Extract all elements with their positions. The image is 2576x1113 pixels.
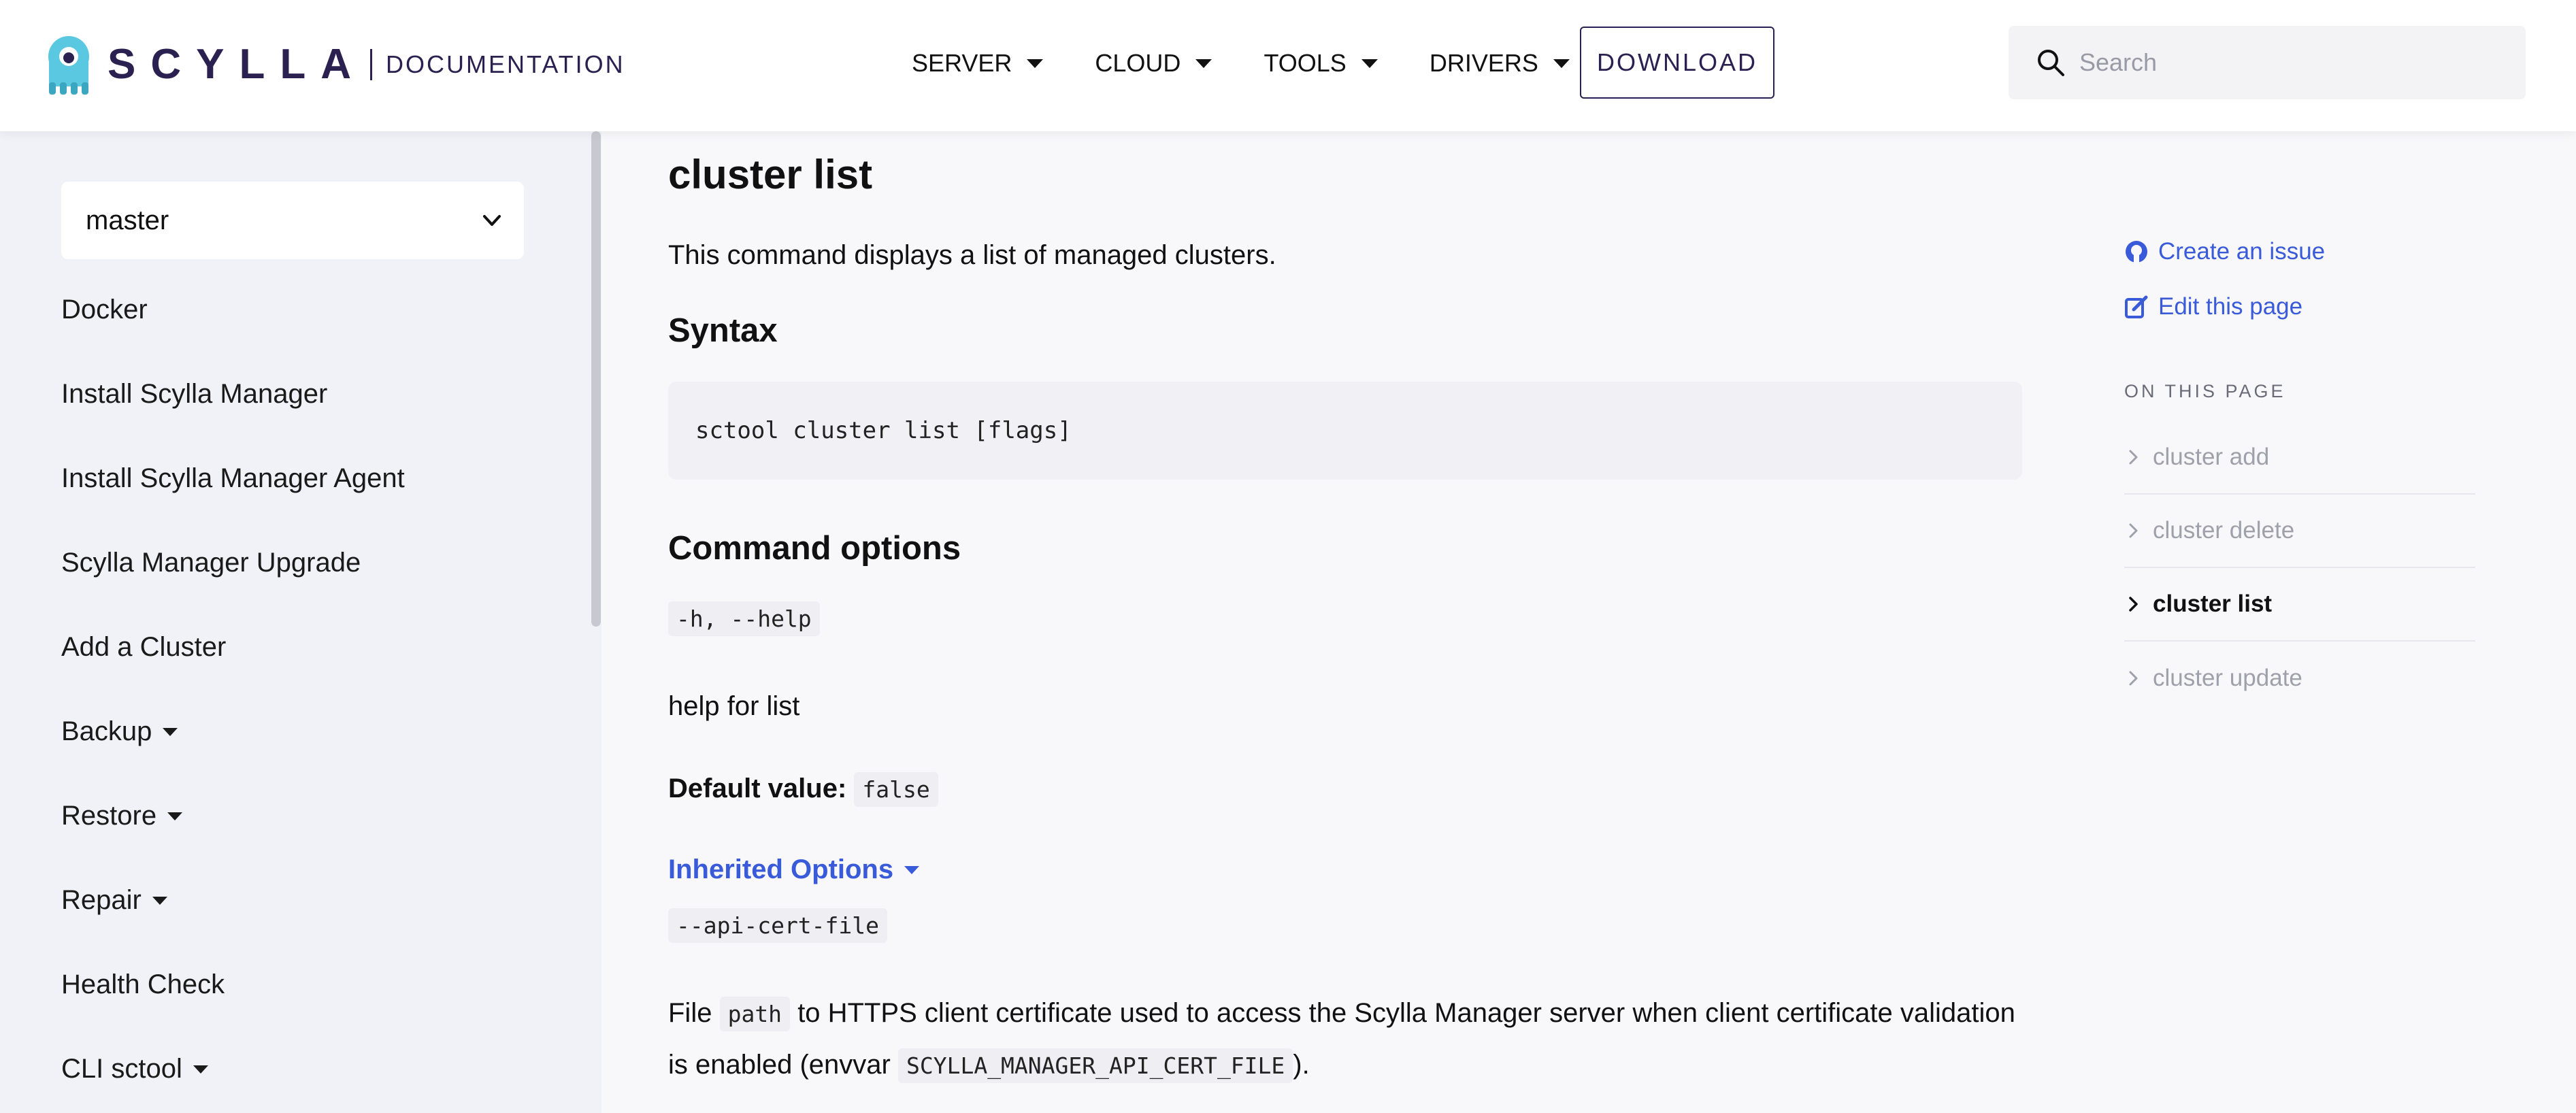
- sidebar-item-restore[interactable]: Restore: [61, 801, 183, 831]
- command-options-heading: Command options: [668, 530, 961, 567]
- sidebar-item-label: Docker: [61, 295, 148, 325]
- inherited-flag: --api-cert-file: [668, 908, 888, 943]
- create-issue-link[interactable]: Create an issue: [2124, 238, 2325, 265]
- nav-drivers-label: DRIVERS: [1429, 49, 1538, 77]
- logo-section-label: DOCUMENTATION: [386, 50, 625, 78]
- caret-down-icon: [1027, 59, 1044, 68]
- default-value-line: Default value: false: [668, 763, 938, 815]
- sidebar-item-label: Backup: [61, 716, 152, 746]
- toc-item-label: cluster update: [2153, 665, 2302, 691]
- sidebar-item-label: Install Scylla Manager Agent: [61, 463, 405, 493]
- caret-down-icon: [904, 865, 920, 874]
- search-icon: [2038, 50, 2064, 76]
- edit-page-link[interactable]: Edit this page: [2124, 293, 2302, 320]
- sidebar-item-install-scylla-manager[interactable]: Install Scylla Manager: [61, 379, 327, 410]
- download-button[interactable]: DOWNLOAD: [1580, 27, 1774, 99]
- sidebar-item-backup[interactable]: Backup: [61, 716, 178, 747]
- toc-item-label: cluster add: [2153, 444, 2270, 470]
- nav-tools[interactable]: TOOLS: [1264, 49, 1378, 78]
- sidebar-item-label: Repair: [61, 885, 142, 915]
- version-value: master: [86, 205, 169, 235]
- toc-item-label: cluster delete: [2153, 517, 2295, 544]
- inherited-desc-line2-post: ).: [1293, 1050, 1310, 1080]
- caret-down-icon: [1553, 59, 1570, 68]
- inherited-desc-line2-pre: is enabled (envvar: [668, 1050, 891, 1080]
- nav-tools-label: TOOLS: [1264, 49, 1347, 77]
- toc-item-cluster-add[interactable]: cluster add: [2124, 421, 2475, 495]
- sidebar-scrollbar-thumb[interactable]: [591, 131, 601, 627]
- inherited-desc-env-code: SCYLLA_MANAGER_API_CERT_FILE: [897, 1048, 1293, 1083]
- caret-down-icon: [152, 896, 167, 905]
- sidebar-item-cli-sctool[interactable]: CLI sctool: [61, 1054, 208, 1084]
- syntax-code-block: sctool cluster list [flags]: [668, 382, 2022, 480]
- inherited-desc-pre: File: [668, 998, 712, 1028]
- scylla-logo[interactable]: SCYLLA DOCUMENTATION: [44, 33, 625, 97]
- option-description: help for list: [668, 691, 800, 721]
- sidebar-item-label: Add a Cluster: [61, 632, 227, 662]
- sidebar-item-label: Scylla Manager Upgrade: [61, 548, 361, 578]
- nav-cloud-label: CLOUD: [1095, 49, 1181, 77]
- sidebar-item-install-agent[interactable]: Install Scylla Manager Agent: [61, 463, 405, 494]
- sidebar-item-repair[interactable]: Repair: [61, 885, 167, 916]
- toc-item-label: cluster list: [2153, 591, 2273, 617]
- caret-down-icon: [163, 727, 178, 736]
- intro-text: This command displays a list of managed …: [668, 240, 1276, 270]
- default-value-label: Default value:: [668, 774, 847, 803]
- chevron-down-icon: [483, 215, 501, 226]
- nav-cloud[interactable]: CLOUD: [1095, 49, 1212, 78]
- inherited-desc-path-code: path: [719, 997, 791, 1031]
- toc-item-cluster-delete[interactable]: cluster delete: [2124, 495, 2475, 568]
- caret-down-icon: [193, 1065, 208, 1074]
- sidebar-item-label: Restore: [61, 801, 157, 831]
- inherited-options-label: Inherited Options: [668, 854, 894, 884]
- scylla-mascot-icon: [48, 36, 89, 95]
- edit-page-label: Edit this page: [2158, 293, 2303, 320]
- top-header: SCYLLA DOCUMENTATION SERVER CLOUD TOOLS …: [0, 0, 2576, 131]
- sidebar-item-health-check[interactable]: Health Check: [61, 969, 225, 1000]
- default-value-code: false: [854, 772, 938, 807]
- nav-server[interactable]: SERVER: [912, 49, 1044, 78]
- top-nav: SERVER CLOUD TOOLS DRIVERS: [912, 0, 1621, 127]
- chevron-right-icon: [2129, 523, 2138, 538]
- on-this-page-heading: ON THIS PAGE: [2124, 381, 2286, 401]
- syntax-heading: Syntax: [668, 312, 778, 349]
- toc-item-cluster-update[interactable]: cluster update: [2124, 642, 2475, 715]
- caret-down-icon: [1361, 59, 1378, 68]
- search-box[interactable]: [2009, 26, 2526, 99]
- sidebar-item-docker[interactable]: Docker: [61, 295, 148, 325]
- toc-item-cluster-list[interactable]: cluster list: [2124, 568, 2475, 642]
- logo-wordmark: SCYLLA: [108, 41, 366, 88]
- inherited-flag-code: --api-cert-file: [668, 908, 888, 943]
- sidebar-item-label: CLI sctool: [61, 1054, 182, 1084]
- logo-divider: [370, 49, 372, 80]
- sidebar-item-add-cluster[interactable]: Add a Cluster: [61, 632, 226, 663]
- option-flag-code: -h, --help: [668, 601, 820, 636]
- option-flag: -h, --help: [668, 601, 820, 636]
- edit-icon: [2125, 295, 2148, 318]
- sidebar-item-label: Health Check: [61, 969, 225, 999]
- chevron-right-icon: [2129, 597, 2138, 612]
- search-input[interactable]: [2079, 48, 2488, 77]
- inherited-desc-mid: to HTTPS client certificate used to acce…: [797, 998, 2015, 1028]
- sidebar-item-manager-upgrade[interactable]: Scylla Manager Upgrade: [61, 548, 361, 578]
- chevron-right-icon: [2129, 671, 2138, 686]
- inherited-options-toggle[interactable]: Inherited Options: [668, 854, 920, 885]
- nav-drivers[interactable]: DRIVERS: [1430, 49, 1570, 78]
- caret-down-icon: [167, 812, 183, 820]
- sidebar: master Docker Install Scylla Manager Ins…: [0, 131, 601, 1113]
- nav-server-label: SERVER: [912, 49, 1012, 77]
- chevron-right-icon: [2129, 450, 2138, 465]
- create-issue-label: Create an issue: [2158, 238, 2326, 265]
- inherited-description: File path to HTTPS client certificate us…: [668, 988, 2029, 1091]
- version-select[interactable]: master: [61, 182, 524, 259]
- page-title: cluster list: [668, 152, 873, 197]
- caret-down-icon: [1195, 59, 1212, 68]
- syntax-code: sctool cluster list [flags]: [695, 417, 1072, 444]
- sidebar-item-label: Install Scylla Manager: [61, 379, 328, 409]
- github-icon: [2126, 241, 2147, 263]
